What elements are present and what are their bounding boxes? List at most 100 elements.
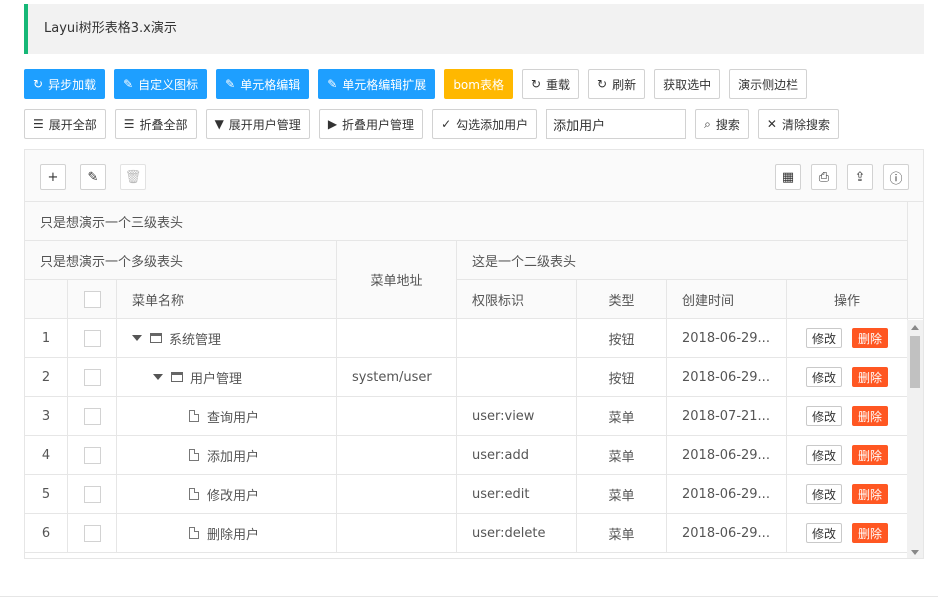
row-edit-button[interactable]: 修改 (805, 445, 842, 465)
cell-edit-ext-icon: ✎ (327, 77, 338, 91)
cell-edit-ext-button[interactable]: ✎ 单元格编辑扩展 (318, 69, 436, 99)
reload-icon: ↻ (530, 77, 542, 91)
scroll-thumb[interactable] (910, 336, 920, 388)
cell-url (337, 436, 457, 475)
trash-icon[interactable]: 🗑 (120, 164, 146, 190)
row-edit-button[interactable]: 修改 (805, 406, 842, 426)
row-edit-button[interactable]: 修改 (805, 484, 842, 504)
scroll-up-icon[interactable] (911, 325, 919, 330)
cell-perm: user:view (457, 397, 577, 436)
collapse-user-mgmt-icon: ▶ (327, 117, 338, 131)
row-edit-button[interactable]: 修改 (805, 523, 842, 543)
search-input[interactable] (546, 109, 687, 139)
menu-name: 删除用户 (207, 527, 260, 543)
custom-icon-button[interactable]: ✎ 自定义图标 (114, 69, 208, 99)
row-delete-button[interactable]: 删除 (852, 406, 889, 426)
cell-perm (457, 358, 577, 397)
row-checkbox[interactable] (83, 524, 101, 542)
row-delete-button[interactable]: 删除 (852, 484, 889, 504)
menu-name: 用户管理 (190, 371, 243, 387)
demo-sidebar-button[interactable]: 演示侧边栏 (729, 69, 808, 99)
expand-triangle-icon[interactable] (132, 335, 142, 341)
cell-type: 菜单 (577, 436, 667, 475)
header-menu-url: 菜单地址 (337, 241, 457, 319)
add-icon[interactable]: + (40, 164, 66, 190)
async-load-button[interactable]: ↻ 异步加载 (24, 69, 106, 99)
cell-chk (68, 319, 117, 358)
clear-search-button[interactable]: ✕ 清除搜索 (757, 109, 839, 139)
row-checkbox[interactable] (83, 368, 101, 386)
divider (0, 596, 938, 597)
check-add-user-icon: ✓ (441, 117, 452, 131)
row-edit-button[interactable]: 修改 (805, 328, 842, 348)
header-multi: 只是想演示一个多级表头 (25, 241, 337, 280)
cell-url (337, 514, 457, 553)
header-scroll-gutter (908, 202, 923, 319)
async-load-icon: ↻ (33, 77, 44, 91)
row-checkbox[interactable] (83, 485, 101, 503)
menu-name: 系统管理 (169, 332, 222, 348)
expand-all-icon: ☰ (33, 117, 44, 131)
collapse-all-button[interactable]: ☰ 折叠全部 (114, 109, 197, 139)
bom-table-button[interactable]: bom表格 (444, 69, 513, 99)
row-delete-button[interactable]: 删除 (852, 367, 889, 387)
cell-created: 2018-07-21... (667, 397, 787, 436)
row-checkbox[interactable] (83, 407, 101, 425)
cell-no: 4 (25, 436, 68, 475)
cell-perm: user:edit (457, 475, 577, 514)
file-icon (189, 527, 199, 539)
file-icon (189, 449, 199, 461)
header-menu-name: 菜单名称 (117, 280, 337, 319)
toolbar-row-2: ☰展开全部 ☰折叠全部 ▼展开用户管理 ▶折叠用户管理 ✓勾选添加用户 ⌕ 搜索 ✕ 清… (24, 109, 839, 139)
cell-created: 2018-06-29... (667, 514, 787, 553)
cell-no: 3 (25, 397, 68, 436)
cell-edit-button[interactable]: ✎ 单元格编辑 (216, 69, 310, 99)
cell-chk (68, 475, 117, 514)
cell-ops: 修改 删除 (787, 358, 908, 397)
header-ops: 操作 (787, 280, 908, 319)
row-delete-button[interactable]: 删除 (852, 328, 889, 348)
check-add-user-button[interactable]: ✓ 勾选添加用户 (432, 109, 538, 139)
export-icon[interactable]: ⇪ (847, 164, 873, 190)
expand-user-mgmt-icon: ▼ (214, 117, 224, 131)
cell-perm (457, 319, 577, 358)
search-button[interactable]: ⌕ 搜索 (695, 109, 749, 139)
cell-created: 2018-06-29... (667, 358, 787, 397)
cell-type: 菜单 (577, 475, 667, 514)
cell-chk (68, 358, 117, 397)
expand-user-mgmt-button[interactable]: ▼ 展开用户管理 (205, 109, 310, 139)
cell-type: 菜单 (577, 514, 667, 553)
header-created: 创建时间 (667, 280, 787, 319)
cell-name: 修改用户 (117, 475, 337, 514)
reload-button[interactable]: ↻ 重载 (521, 69, 580, 99)
tree-table: + ✎ 🗑 ▦ ⎙ ⇪ ⓘ 只是想演示一个三级表头 只是想演示一个多级表头 菜单… (24, 149, 924, 559)
refresh-icon: ↻ (597, 77, 608, 91)
edit-icon[interactable]: ✎ (80, 164, 106, 190)
row-delete-button[interactable]: 删除 (852, 523, 889, 543)
get-selected-button[interactable]: 获取选中 (654, 69, 721, 99)
cell-no: 1 (25, 319, 68, 358)
cell-name: 添加用户 (117, 436, 337, 475)
scroll-down-icon[interactable] (911, 550, 919, 555)
cell-created: 2018-06-29... (667, 436, 787, 475)
menu-name: 修改用户 (207, 488, 260, 504)
row-edit-button[interactable]: 修改 (805, 367, 842, 387)
refresh-button[interactable]: ↻ 刷新 (588, 69, 646, 99)
expand-all-button[interactable]: ☰ 展开全部 (24, 109, 106, 139)
row-delete-button[interactable]: 删除 (852, 445, 889, 465)
header-index (25, 280, 68, 319)
collapse-user-mgmt-button[interactable]: ▶ 折叠用户管理 (318, 109, 424, 139)
print-icon[interactable]: ⎙ (811, 164, 837, 190)
row-checkbox[interactable] (83, 446, 101, 464)
cell-no: 6 (25, 514, 68, 553)
select-all-checkbox[interactable] (83, 290, 101, 308)
cell-created: 2018-06-29... (667, 475, 787, 514)
info-icon[interactable]: ⓘ (883, 164, 909, 190)
row-checkbox[interactable] (83, 329, 101, 347)
expand-triangle-icon[interactable] (153, 374, 163, 380)
collapse-all-icon: ☰ (123, 117, 135, 131)
folder-icon (171, 372, 183, 382)
cell-ops: 修改 删除 (787, 514, 908, 553)
vertical-scrollbar[interactable] (907, 320, 923, 558)
columns-icon[interactable]: ▦ (775, 164, 801, 190)
